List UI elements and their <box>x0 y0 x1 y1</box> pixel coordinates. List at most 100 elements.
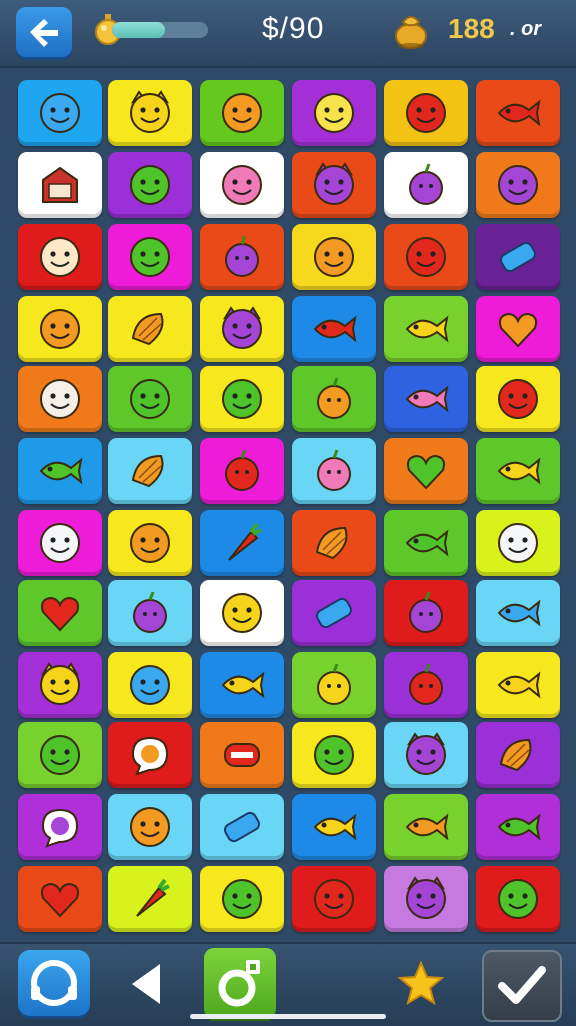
game-tile[interactable] <box>108 580 192 646</box>
progress-bar <box>112 22 208 38</box>
game-tile[interactable] <box>292 224 376 290</box>
back-button[interactable] <box>16 7 72 57</box>
game-tile[interactable] <box>108 510 192 576</box>
game-tile[interactable] <box>200 296 284 362</box>
game-tile[interactable] <box>384 366 468 432</box>
yellow-fish-icon <box>313 813 357 841</box>
game-tile[interactable] <box>292 510 376 576</box>
game-tile[interactable] <box>18 80 102 146</box>
game-tile[interactable] <box>292 296 376 362</box>
game-tile[interactable] <box>200 652 284 718</box>
game-tile[interactable] <box>200 152 284 218</box>
blue-candy-icon <box>315 597 353 629</box>
game-tile[interactable] <box>476 438 560 504</box>
game-tile[interactable] <box>384 224 468 290</box>
ring-button[interactable] <box>204 948 276 1018</box>
orange-monkey-icon <box>40 309 80 349</box>
game-tile[interactable] <box>108 438 192 504</box>
game-tile[interactable] <box>476 296 560 362</box>
game-tile[interactable] <box>18 438 102 504</box>
game-tile[interactable] <box>384 438 468 504</box>
game-tile[interactable] <box>476 866 560 932</box>
game-tile[interactable] <box>384 296 468 362</box>
game-tile[interactable] <box>476 580 560 646</box>
game-tile[interactable] <box>384 80 468 146</box>
tile-board <box>14 76 562 940</box>
orange-blob-icon <box>222 93 262 133</box>
game-tile[interactable] <box>200 366 284 432</box>
yellow-banana-fish-icon <box>221 671 265 699</box>
game-tile[interactable] <box>476 652 560 718</box>
game-tile[interactable] <box>108 224 192 290</box>
blue-smiley-icon <box>40 93 80 133</box>
game-tile[interactable] <box>292 438 376 504</box>
game-tile[interactable] <box>292 580 376 646</box>
game-tile[interactable] <box>108 152 192 218</box>
game-tile[interactable] <box>18 224 102 290</box>
game-tile[interactable] <box>108 722 192 788</box>
hint-button[interactable] <box>18 950 90 1016</box>
game-tile[interactable] <box>108 80 192 146</box>
game-tile[interactable] <box>200 438 284 504</box>
game-tile[interactable] <box>18 366 102 432</box>
game-tile[interactable] <box>200 722 284 788</box>
game-tile[interactable] <box>384 866 468 932</box>
game-tile[interactable] <box>18 580 102 646</box>
purple-seed-icon <box>409 591 443 633</box>
pink-radish-icon <box>317 449 351 491</box>
game-tile[interactable] <box>384 152 468 218</box>
yellow-cat-face-icon <box>130 90 170 133</box>
game-tile[interactable] <box>384 652 468 718</box>
game-tile[interactable] <box>292 794 376 860</box>
purple-cat-icon <box>222 306 262 349</box>
game-tile[interactable] <box>384 794 468 860</box>
game-tile[interactable] <box>476 366 560 432</box>
orange-fish-icon <box>405 813 449 841</box>
game-tile[interactable] <box>384 580 468 646</box>
star-icon[interactable] <box>398 960 444 1006</box>
game-tile[interactable] <box>200 80 284 146</box>
orange-face-icon <box>314 237 354 277</box>
confirm-button[interactable] <box>482 950 562 1022</box>
game-tile[interactable] <box>476 80 560 146</box>
game-tile[interactable] <box>476 722 560 788</box>
game-tile[interactable] <box>292 722 376 788</box>
game-tile[interactable] <box>200 224 284 290</box>
green-face-icon <box>314 735 354 775</box>
game-tile[interactable] <box>18 152 102 218</box>
game-tile[interactable] <box>18 794 102 860</box>
red-apple-icon <box>225 449 259 491</box>
orange-shell-icon <box>131 312 164 346</box>
game-tile[interactable] <box>108 652 192 718</box>
play-back-icon[interactable] <box>126 960 166 1008</box>
game-tile[interactable] <box>292 866 376 932</box>
game-tile[interactable] <box>476 510 560 576</box>
game-tile[interactable] <box>108 866 192 932</box>
game-tile[interactable] <box>476 794 560 860</box>
game-tile[interactable] <box>18 296 102 362</box>
game-tile[interactable] <box>292 152 376 218</box>
green-smiley-icon <box>222 879 262 919</box>
game-tile[interactable] <box>200 866 284 932</box>
game-tile[interactable] <box>108 794 192 860</box>
purple-cat-icon <box>406 732 446 775</box>
game-tile[interactable] <box>108 296 192 362</box>
red-heart-fish-icon <box>313 315 357 343</box>
game-tile[interactable] <box>18 510 102 576</box>
purple-bubble-icon <box>41 808 79 848</box>
game-tile[interactable] <box>18 866 102 932</box>
game-tile[interactable] <box>292 652 376 718</box>
game-tile[interactable] <box>200 794 284 860</box>
game-tile[interactable] <box>384 510 468 576</box>
game-tile[interactable] <box>18 722 102 788</box>
game-tile[interactable] <box>292 366 376 432</box>
game-tile[interactable] <box>476 152 560 218</box>
game-tile[interactable] <box>18 652 102 718</box>
game-tile[interactable] <box>476 224 560 290</box>
game-tile[interactable] <box>108 366 192 432</box>
game-tile[interactable] <box>200 580 284 646</box>
home-indicator <box>190 1014 386 1019</box>
game-tile[interactable] <box>384 722 468 788</box>
game-tile[interactable] <box>200 510 284 576</box>
game-tile[interactable] <box>292 80 376 146</box>
